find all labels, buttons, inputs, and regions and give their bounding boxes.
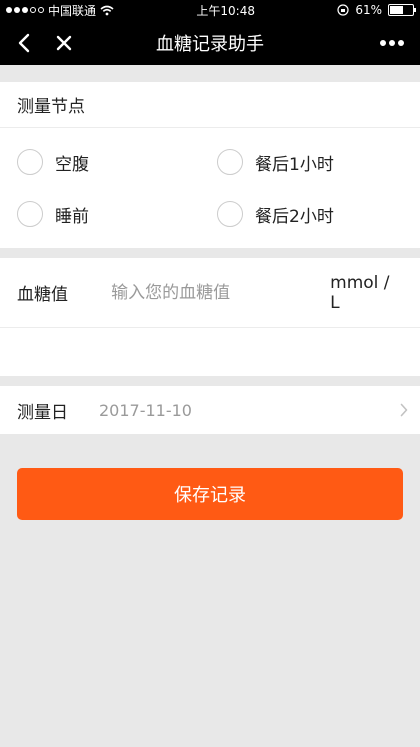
glucose-unit: mmol / L <box>330 272 390 313</box>
option-after-meal-1h[interactable]: 餐后1小时 <box>217 136 420 188</box>
status-right: 61% <box>337 3 416 17</box>
measure-point-options: 空腹 餐后1小时 睡前 餐后2小时 <box>0 128 420 248</box>
battery-percent: 61% <box>355 3 382 17</box>
status-left: 中国联通 <box>6 2 114 19</box>
option-label: 餐后1小时 <box>255 154 334 175</box>
battery-fill <box>390 6 404 14</box>
save-wrap: 保存记录 <box>0 434 420 520</box>
battery-icon <box>388 4 416 16</box>
carrier-label: 中国联通 <box>48 3 97 18</box>
more-dots-icon <box>380 39 404 46</box>
back-button[interactable] <box>4 20 44 65</box>
status-time: 上午10:48 <box>196 3 255 18</box>
nav-bar: 血糖记录助手 <box>0 20 420 65</box>
section-title: 测量节点 <box>0 82 420 128</box>
more-button[interactable] <box>372 20 412 65</box>
date-label: 测量日 <box>17 402 68 423</box>
status-bar: 中国联通 上午10:48 61% <box>0 0 420 20</box>
radio-checked-icon[interactable] <box>17 149 43 175</box>
radio-unchecked-icon[interactable] <box>217 201 243 227</box>
measure-point-section: 测量节点 空腹 餐后1小时 睡前 餐后2小时 <box>0 82 420 248</box>
blank-row <box>0 328 420 376</box>
option-label: 餐后2小时 <box>255 206 334 227</box>
option-label: 睡前 <box>55 206 89 227</box>
close-icon <box>56 35 72 50</box>
wifi-icon <box>100 5 114 15</box>
date-picker-row[interactable]: 测量日 2017-11-10 <box>0 386 420 434</box>
orientation-lock-icon <box>337 4 349 16</box>
option-before-sleep[interactable]: 睡前 <box>17 188 217 240</box>
back-arrow-icon <box>18 33 30 52</box>
save-button[interactable]: 保存记录 <box>17 468 403 520</box>
chevron-right-icon <box>396 402 412 418</box>
date-section: 测量日 2017-11-10 <box>0 386 420 434</box>
date-value: 2017-11-10 <box>99 400 192 420</box>
glucose-section: 血糖值 mmol / L <box>0 258 420 376</box>
radio-unchecked-icon[interactable] <box>17 201 43 227</box>
glucose-label: 血糖值 <box>17 285 68 305</box>
signal-dots-icon <box>6 7 44 13</box>
close-button[interactable] <box>44 20 84 65</box>
option-fasting[interactable]: 空腹 <box>17 136 217 188</box>
option-label: 空腹 <box>55 154 89 175</box>
option-after-meal-2h[interactable]: 餐后2小时 <box>217 188 420 240</box>
glucose-input[interactable] <box>111 282 331 303</box>
radio-unchecked-icon[interactable] <box>217 149 243 175</box>
glucose-row: 血糖值 mmol / L <box>0 258 420 328</box>
